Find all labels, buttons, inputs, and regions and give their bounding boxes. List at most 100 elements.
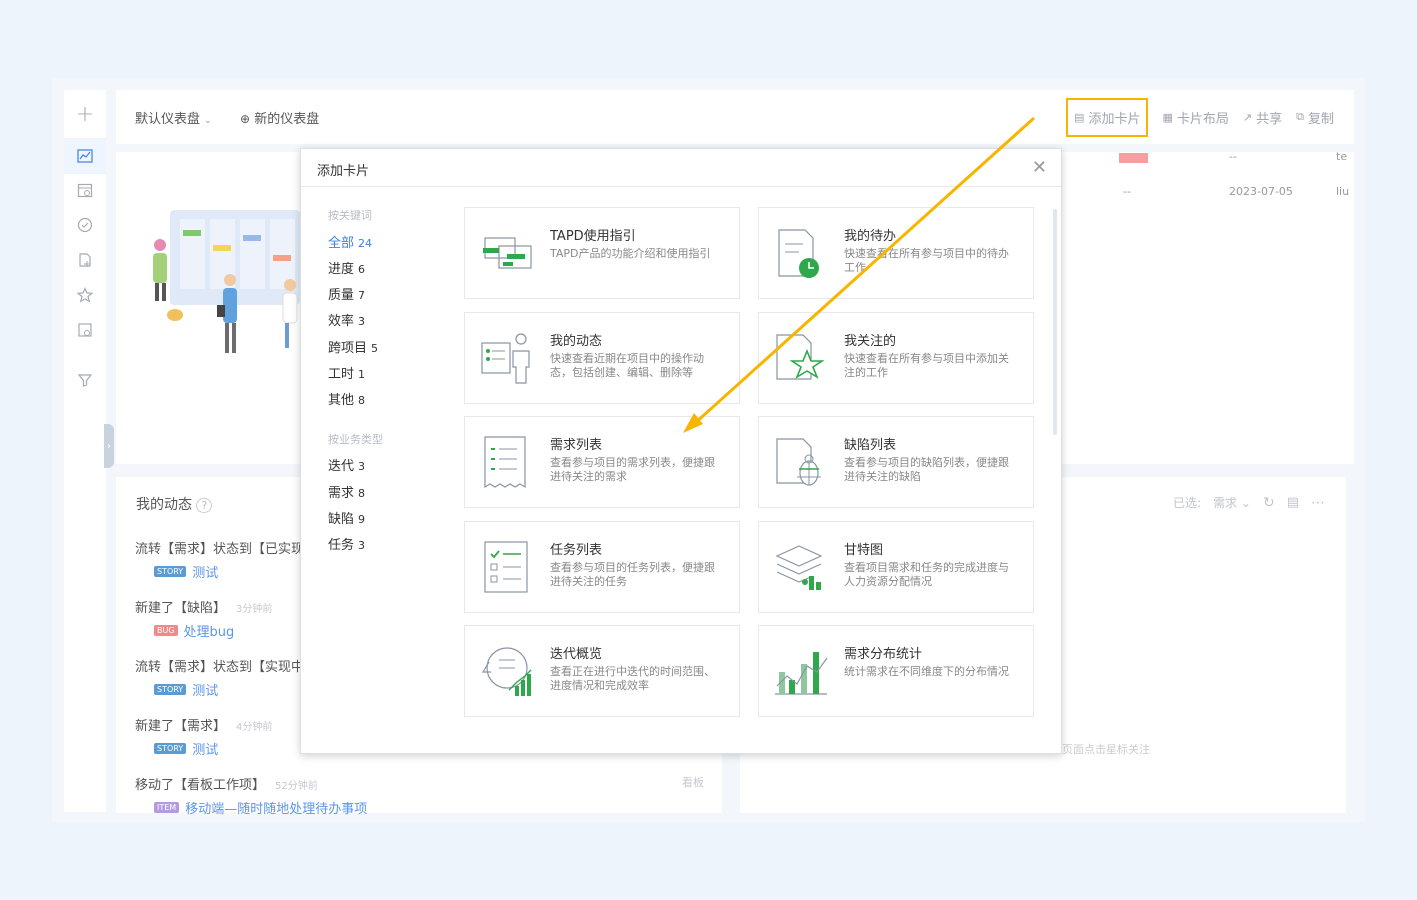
share-icon: ↗ <box>1242 110 1253 124</box>
filter-cross-project[interactable]: 跨项目 5 <box>328 337 378 356</box>
star-icon[interactable] <box>64 277 106 313</box>
export-icon[interactable]: ▤ <box>1287 495 1299 510</box>
card-story-list[interactable]: 需求列表 查看参与项目的需求列表，便捷跟进待关注的需求 <box>464 416 740 508</box>
activity-item: 新建了【需求】 4分钟前 <box>135 719 273 734</box>
todo-clock-icon <box>778 229 819 278</box>
row-cell: 2023-07-05 <box>1229 185 1293 198</box>
grid-icon: ▦ <box>1162 110 1173 124</box>
card-my-starred[interactable]: 我关注的 快速查看在所有参与项目中添加关注的工作 <box>758 312 1034 404</box>
dialog-scrollbar[interactable] <box>1053 209 1057 435</box>
row-cell: te <box>1336 150 1348 163</box>
card-bug-list[interactable]: 缺陷列表 查看参与项目的缺陷列表，便捷跟进待关注的缺陷 <box>758 416 1034 508</box>
filter-progress[interactable]: 进度 6 <box>328 258 365 277</box>
activity-item: 流转【需求】状态到【实现中 <box>135 660 305 675</box>
new-dashboard-button[interactable]: ⊕ 新的仪表盘 <box>240 108 319 127</box>
toolbar-actions: ▤ 添加卡片 ▦ 卡片布局 ↗ 共享 ⧉ 复制 <box>1066 90 1334 144</box>
dashboard-selector[interactable]: 默认仪表盘 ⌄ <box>135 108 212 127</box>
filter-all[interactable]: 全部 24 <box>328 232 372 251</box>
plus-icon[interactable]: + <box>64 96 106 132</box>
dashboard-icon[interactable] <box>64 138 106 174</box>
empty-hint: 页面点击星标关注 <box>1062 743 1150 756</box>
filter-other[interactable]: 其他 8 <box>328 389 365 408</box>
help-icon[interactable]: ? <box>196 498 213 513</box>
activity-link[interactable]: STORY 测试 <box>154 739 218 758</box>
card-desc: 查看项目需求和任务的完成进度与人力资源分配情况 <box>844 561 1009 588</box>
filter-iteration[interactable]: 迭代 3 <box>328 455 365 474</box>
filter-efficiency[interactable]: 效率 3 <box>328 310 365 329</box>
card-title: 需求分布统计 <box>844 647 923 662</box>
keyword-group-label: 按关键词 <box>328 209 372 222</box>
filter-timesheet[interactable]: 工时 1 <box>328 363 365 382</box>
calendar-icon[interactable] <box>64 172 106 208</box>
filter-story[interactable]: 需求 8 <box>328 482 365 501</box>
activity-item: 移动了【看板工作项】 52分钟前 <box>135 778 318 793</box>
activity-title: 我的动态 ? <box>136 494 213 514</box>
iteration-icon <box>481 647 532 696</box>
sidebar-toggle[interactable]: › <box>104 424 114 468</box>
card-title: 我的待办 <box>844 229 897 244</box>
row-cell: -- <box>1229 150 1237 163</box>
card-iteration-overview[interactable]: 迭代概览 查看正在进行中迭代的时间范围、进度情况和完成效率 <box>464 625 740 717</box>
bug-tag: BUG <box>154 625 178 636</box>
more-icon[interactable]: ⋯ <box>1311 495 1326 511</box>
check-circle-icon[interactable] <box>64 207 106 243</box>
card-desc: 查看正在进行中迭代的时间范围、进度情况和完成效率 <box>550 665 715 692</box>
card-gantt[interactable]: 甘特图 查看项目需求和任务的完成进度与人力资源分配情况 <box>758 521 1034 613</box>
close-icon[interactable]: ✕ <box>1032 157 1047 178</box>
card-title: 需求列表 <box>550 438 603 453</box>
bug-icon <box>776 438 821 486</box>
card-task-list[interactable]: 任务列表 查看参与项目的任务列表，便捷跟进待关注的任务 <box>464 521 740 613</box>
card-desc: 快速查看近期在项目中的操作动态，包括创建、编辑、删除等 <box>550 352 704 379</box>
activity-link[interactable]: STORY 测试 <box>154 562 218 581</box>
chevron-down-icon: ⌄ <box>204 116 212 126</box>
activity-item: 新建了【缺陷】 3分钟前 <box>135 601 273 616</box>
filter-task[interactable]: 任务 3 <box>328 534 365 553</box>
view-icon[interactable] <box>64 312 106 348</box>
filter-icon[interactable] <box>64 362 106 398</box>
card-layout-button[interactable]: ▦ 卡片布局 <box>1162 108 1228 127</box>
empty-state-illustration <box>153 210 300 353</box>
card-add-icon: ▤ <box>1074 110 1085 124</box>
row-cell: liu <box>1336 185 1350 198</box>
card-desc: 查看参与项目的需求列表，便捷跟进待关注的需求 <box>550 456 715 483</box>
business-group-label: 按业务类型 <box>328 433 383 446</box>
add-card-button[interactable]: ▤ 添加卡片 <box>1066 97 1149 137</box>
card-desc: 查看参与项目的缺陷列表，便捷跟进待关注的缺陷 <box>844 456 1009 483</box>
guide-icon <box>483 237 532 269</box>
activity-link[interactable]: STORY 测试 <box>154 680 218 699</box>
card-title: 缺陷列表 <box>844 438 897 453</box>
copy-icon: ⧉ <box>1296 110 1304 123</box>
person-list-icon <box>481 333 530 384</box>
filter-bug[interactable]: 缺陷 9 <box>328 508 365 527</box>
filter-quality[interactable]: 质量 7 <box>328 284 365 303</box>
card-my-todo[interactable]: 我的待办 快速查看在所有参与项目中的待办工作 <box>758 207 1034 299</box>
row-cell: -- <box>1123 185 1131 198</box>
story-tag: STORY <box>154 743 187 754</box>
card-title: 迭代概览 <box>550 647 603 662</box>
refresh-icon[interactable]: ↻ <box>1263 495 1275 511</box>
add-card-dialog: 添加卡片 ✕ 按关键词 全部 24 进度 6 质量 7 效率 3 跨项目 5 工时 1 其他… <box>300 148 1062 754</box>
share-button[interactable]: ↗ 共享 <box>1243 108 1282 127</box>
doc-add-icon[interactable] <box>64 242 106 278</box>
kanban-label: 看板 <box>682 776 704 789</box>
activity-link[interactable]: ITEM 移动端—随时随地处理待办事项 <box>154 798 367 817</box>
card-story-distribution[interactable]: 需求分布统计 统计需求在不同维度下的分布情况 <box>758 625 1034 717</box>
card-desc: 统计需求在不同维度下的分布情况 <box>844 665 1009 678</box>
dialog-title: 添加卡片 <box>317 164 370 179</box>
card-title: 甘特图 <box>844 543 884 558</box>
type-selector[interactable]: 需求 ⌄ <box>1213 494 1251 511</box>
star-doc-icon <box>776 334 825 380</box>
story-list-icon <box>484 436 526 489</box>
dialog-header: 添加卡片 ✕ <box>301 149 1061 187</box>
card-title: 我关注的 <box>844 334 897 349</box>
card-my-activity[interactable]: 我的动态 快速查看近期在项目中的操作动态，包括创建、编辑、删除等 <box>464 312 740 404</box>
card-title: 任务列表 <box>550 543 603 558</box>
chevron-right-icon: › <box>107 440 111 452</box>
card-tapd-guide[interactable]: TAPD使用指引 TAPD产品的功能介绍和使用指引 <box>464 207 740 299</box>
panel-tools: 已选: 需求 ⌄ ↻ ▤ ⋯ <box>1173 494 1326 511</box>
item-tag: ITEM <box>154 802 180 813</box>
copy-button[interactable]: ⧉ 复制 <box>1296 108 1334 127</box>
card-desc: 快速查看在所有参与项目中的待办工作 <box>844 247 1009 274</box>
activity-link[interactable]: BUG 处理bug <box>154 621 234 640</box>
card-desc: 查看参与项目的任务列表，便捷跟进待关注的任务 <box>550 561 715 588</box>
